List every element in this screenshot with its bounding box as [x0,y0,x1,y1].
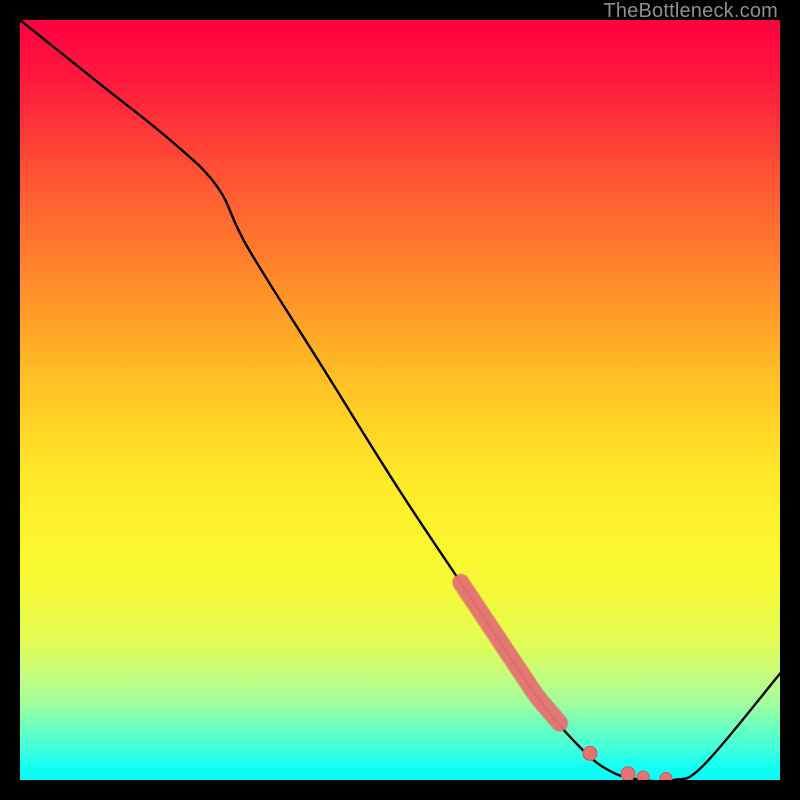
highlighted-segment [461,582,560,723]
chart-frame: TheBottleneck.com [0,0,800,800]
plot-area [20,20,780,780]
watermark-text: TheBottleneck.com [603,0,778,23]
chart-overlay [20,20,780,780]
bottleneck-curve [20,20,780,780]
